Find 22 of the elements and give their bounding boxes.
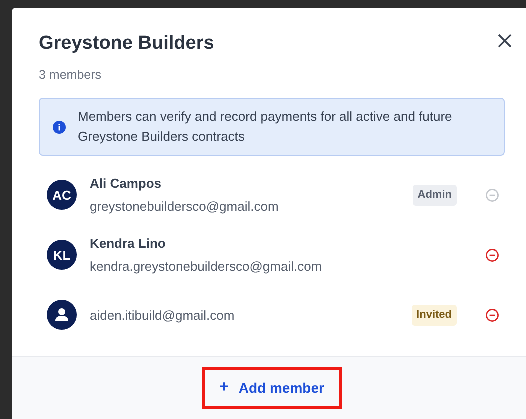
add-member-button[interactable]: + Add member xyxy=(202,367,342,409)
plus-icon: + xyxy=(220,376,229,400)
info-icon xyxy=(53,120,66,134)
role-badge: Admin xyxy=(412,185,457,206)
minus-circle-icon xyxy=(486,188,498,202)
notice-text: Members can verify and record payments for all active and future Greystone Builders contracts xyxy=(78,108,454,146)
avatar-person-icon xyxy=(47,300,77,330)
member-name: Kendra Lino xyxy=(90,235,167,254)
role-badge: Invited xyxy=(412,305,457,326)
member-count: 3 members xyxy=(38,66,103,84)
remove-member-button[interactable] xyxy=(484,247,500,264)
dialog-title: Greystone Builders xyxy=(39,32,214,56)
remove-member-button[interactable] xyxy=(484,307,500,324)
minus-circle-icon xyxy=(486,308,498,322)
avatar: AC xyxy=(47,180,77,210)
member-email: kendra.greystonebuildersco@gmail.com xyxy=(90,258,324,276)
member-email: greystonebuildersco@gmail.com xyxy=(90,198,280,216)
avatar: KL xyxy=(47,240,77,270)
close-icon xyxy=(498,34,512,48)
minus-circle-icon xyxy=(486,248,498,262)
member-name: Ali Campos xyxy=(90,175,163,194)
member-email: aiden.itibuild@gmail.com xyxy=(90,306,236,325)
